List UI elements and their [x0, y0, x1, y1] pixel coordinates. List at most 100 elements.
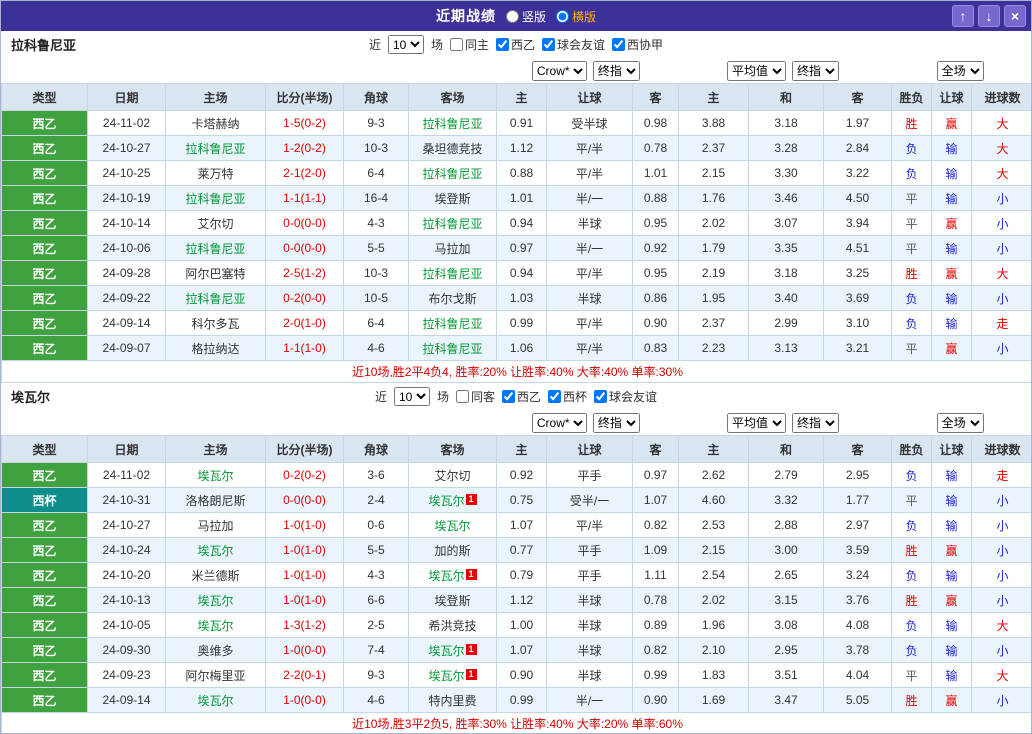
- goals-result-cell: 走: [971, 310, 1031, 336]
- vertical-radio-input[interactable]: [505, 9, 519, 23]
- col-header-比分(半场): 比分(半场): [265, 435, 344, 463]
- average-stage-select[interactable]: 终指: [791, 412, 839, 433]
- checkbox-input[interactable]: [542, 38, 556, 51]
- goals-result-cell: 小: [971, 537, 1031, 563]
- score-cell: 2-0(1-0): [265, 310, 344, 336]
- avg-away-cell: 3.59: [823, 537, 892, 563]
- score-cell: 2-2(0-1): [265, 662, 344, 688]
- average-select[interactable]: 平均值: [726, 60, 786, 81]
- odds-away-cell: 0.82: [632, 637, 679, 663]
- odds-away-cell: 0.90: [632, 687, 679, 713]
- horizontal-radio-input[interactable]: [556, 9, 569, 23]
- score-cell: 0-2(0-0): [265, 285, 344, 311]
- col-header-比分(半场): 比分(半场): [265, 83, 344, 111]
- scope-select[interactable]: 全场: [936, 412, 984, 433]
- bookmaker-stage-select[interactable]: 终指: [592, 412, 640, 433]
- filter-checkbox-西乙[interactable]: 西乙: [502, 388, 541, 405]
- average-stage-select[interactable]: 终指: [791, 60, 839, 81]
- checkbox-input[interactable]: [502, 390, 515, 403]
- filter-checkbox-西协甲[interactable]: 西协甲: [612, 36, 663, 53]
- match-count-select[interactable]: 10: [393, 387, 430, 406]
- team-name-text: 艾尔切: [434, 468, 471, 483]
- corner-cell: 16-4: [343, 185, 409, 211]
- home-team-cell: 拉科鲁尼亚: [165, 285, 266, 311]
- checkbox-input[interactable]: [449, 38, 463, 51]
- avg-draw-cell: 3.35: [748, 235, 824, 261]
- goals-result-cell: 小: [971, 210, 1031, 236]
- checkbox-input[interactable]: [496, 38, 509, 51]
- avg-home-cell: 1.76: [678, 185, 749, 211]
- avg-draw-cell: 3.08: [748, 612, 824, 638]
- team-name-text: 埃瓦尔: [428, 668, 465, 683]
- section-2-header: 埃瓦尔 近 10 场同客 西乙 西杯 球会友谊: [1, 383, 1031, 410]
- score-cell: 1-0(1-0): [265, 587, 344, 613]
- home-team-cell: 马拉加: [165, 512, 266, 538]
- average-select-group: 平均值 终指: [677, 60, 890, 81]
- filter-checkbox-球会友谊[interactable]: 球会友谊: [594, 388, 657, 405]
- corner-cell: 10-3: [343, 260, 409, 286]
- handicap-result-cell: 赢: [931, 587, 972, 613]
- corner-cell: 4-3: [343, 562, 409, 588]
- bookmaker-select[interactable]: Crow*: [531, 60, 587, 81]
- filter-checkbox-西杯[interactable]: 西杯: [548, 388, 587, 405]
- match-row: 西乙 24-09-14 科尔多瓦 2-0(1-0) 6-4 拉科鲁尼亚 0.99 平/半 0.9…: [1, 310, 1031, 336]
- avg-draw-cell: 2.95: [748, 637, 824, 663]
- team-name-text: 奥维多: [197, 643, 234, 658]
- filter-label: 场: [430, 38, 443, 52]
- wdl-result-cell: 负: [891, 310, 932, 336]
- scope-select[interactable]: 全场: [936, 60, 984, 81]
- filter-checkbox-球会友谊[interactable]: 球会友谊: [542, 36, 605, 53]
- team-name-text: 埃登斯: [434, 191, 471, 206]
- match-count-select[interactable]: 10: [387, 35, 424, 54]
- close-button[interactable]: ×: [1004, 5, 1026, 27]
- layout-radio-vertical[interactable]: 竖版: [505, 8, 546, 25]
- move-down-button[interactable]: ↓: [978, 5, 1000, 27]
- goals-result-cell: 大: [971, 110, 1031, 136]
- col-header-角球: 角球: [343, 83, 409, 111]
- corner-cell: 6-4: [343, 160, 409, 186]
- handicap-cell: 半球: [546, 612, 633, 638]
- league-cell: 西乙: [1, 462, 88, 488]
- league-cell: 西乙: [1, 637, 88, 663]
- league-cell: 西乙: [1, 687, 88, 713]
- avg-draw-cell: 3.30: [748, 160, 824, 186]
- handicap-cell: 平手: [546, 462, 633, 488]
- league-cell: 西乙: [1, 512, 88, 538]
- team-name-text: 洛格朗尼斯: [185, 493, 246, 508]
- filter-checkbox-同主[interactable]: 同主: [449, 36, 489, 53]
- match-row: 西乙 24-10-05 埃瓦尔 1-3(1-2) 2-5 希洪竞技 1.00 半球 0.89 1.…: [1, 612, 1031, 638]
- avg-home-cell: 2.02: [678, 587, 749, 613]
- bookmaker-select[interactable]: Crow*: [531, 412, 587, 433]
- handicap-cell: 平/半: [546, 260, 633, 286]
- avg-draw-cell: 3.18: [748, 110, 824, 136]
- team-name-text: 马拉加: [197, 518, 234, 533]
- team-name-text: 莱万特: [197, 166, 234, 181]
- team-name-text: 阿尔巴塞特: [185, 266, 246, 281]
- col-header-主场: 主场: [165, 83, 266, 111]
- home-team-cell: 拉科鲁尼亚: [165, 185, 266, 211]
- checkbox-input[interactable]: [455, 390, 469, 403]
- handicap-result-cell: 输: [931, 662, 972, 688]
- checkbox-input[interactable]: [594, 390, 608, 403]
- average-select[interactable]: 平均值: [726, 412, 786, 433]
- goals-result-cell: 小: [971, 285, 1031, 311]
- odds-selects-row: Crow* 终指 平均值 终指 全场: [1, 410, 1031, 435]
- away-team-cell: 拉科鲁尼亚: [408, 110, 497, 136]
- league-cell: 西乙: [1, 310, 88, 336]
- title-group: 近期战绩 竖版 横版: [436, 6, 596, 26]
- corner-cell: 6-4: [343, 310, 409, 336]
- summary-text: 近10场,胜2平4负4, 胜率:20% 让胜率:40% 大率:40% 单率:30…: [1, 360, 1031, 383]
- move-up-button[interactable]: ↑: [952, 5, 974, 27]
- layout-radio-horizontal[interactable]: 横版: [556, 8, 596, 25]
- bookmaker-stage-select[interactable]: 终指: [592, 60, 640, 81]
- match-row: 西乙 24-11-02 埃瓦尔 0-2(0-2) 3-6 艾尔切 0.92 平手 0.97 2.6…: [1, 462, 1031, 488]
- match-row: 西乙 24-11-02 卡塔赫纳 1-5(0-2) 9-3 拉科鲁尼亚 0.91 受半球 0.9…: [1, 110, 1031, 136]
- avg-draw-cell: 2.88: [748, 512, 824, 538]
- filter-checkbox-西乙[interactable]: 西乙: [496, 36, 535, 53]
- filter-checkbox-同客[interactable]: 同客: [455, 388, 495, 405]
- wdl-result-cell: 平: [891, 235, 932, 261]
- team-name-text: 埃瓦尔: [197, 618, 234, 633]
- checkbox-input[interactable]: [612, 38, 626, 51]
- checkbox-input[interactable]: [548, 390, 562, 403]
- odds-home-cell: 1.06: [496, 335, 547, 361]
